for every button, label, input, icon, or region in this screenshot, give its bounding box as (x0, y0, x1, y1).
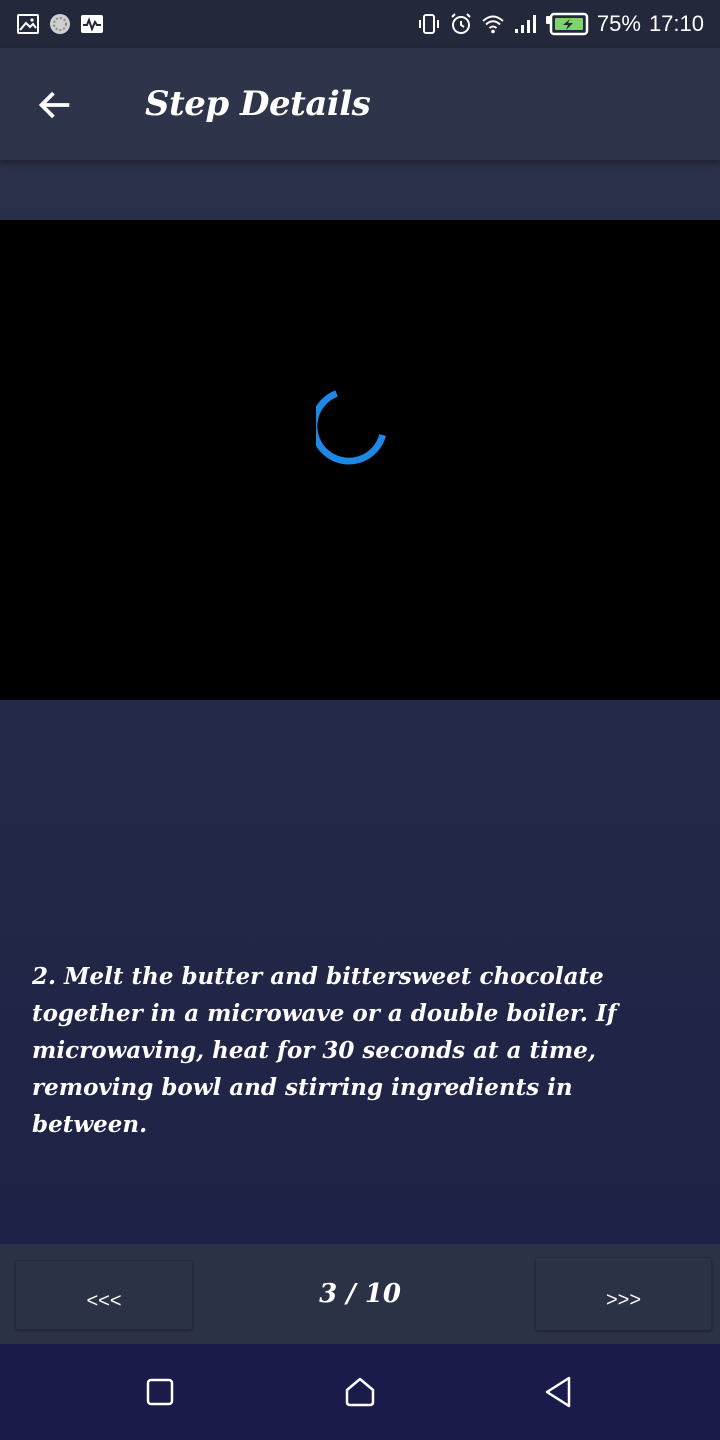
step-description: 2. Melt the butter and bittersweet choco… (32, 963, 617, 1138)
system-back-button[interactable] (534, 1368, 582, 1416)
previous-step-label: <<< (86, 1289, 122, 1312)
step-counter: 3 / 10 (319, 1279, 401, 1309)
system-navigation-bar (0, 1344, 720, 1440)
notification-icons (16, 12, 104, 36)
next-step-button[interactable]: >>> (535, 1257, 712, 1331)
gallery-icon (17, 14, 39, 34)
activity-icon (81, 15, 103, 33)
alarm-icon (451, 13, 471, 34)
previous-step-button[interactable]: <<< (15, 1260, 193, 1330)
battery-charging-icon (545, 12, 589, 36)
triangle-back-icon (545, 1376, 571, 1408)
loading-spinner-icon (316, 390, 386, 465)
app-bar: Step Details (0, 48, 720, 160)
square-icon (146, 1378, 174, 1406)
page-title: Step Details (145, 84, 371, 124)
step-navigation: <<< 3 / 10 >>> (0, 1244, 720, 1344)
signal-icon (514, 15, 536, 33)
app-icon (50, 14, 70, 34)
vibrate-icon (418, 14, 439, 34)
next-step-label: >>> (605, 1288, 642, 1311)
battery-percent: 75% (596, 11, 641, 36)
home-icon (345, 1377, 375, 1407)
system-status: 75% 17:10 (417, 12, 704, 36)
step-detail-content: 2. Melt the butter and bittersweet choco… (0, 160, 720, 1244)
arrow-left-icon (38, 91, 70, 119)
status-bar: 75% 17:10 (0, 0, 720, 48)
wifi-icon (482, 15, 504, 34)
recents-button[interactable] (136, 1368, 184, 1416)
back-button[interactable] (30, 80, 80, 130)
home-button[interactable] (336, 1368, 384, 1416)
clock: 17:10 (648, 11, 704, 36)
